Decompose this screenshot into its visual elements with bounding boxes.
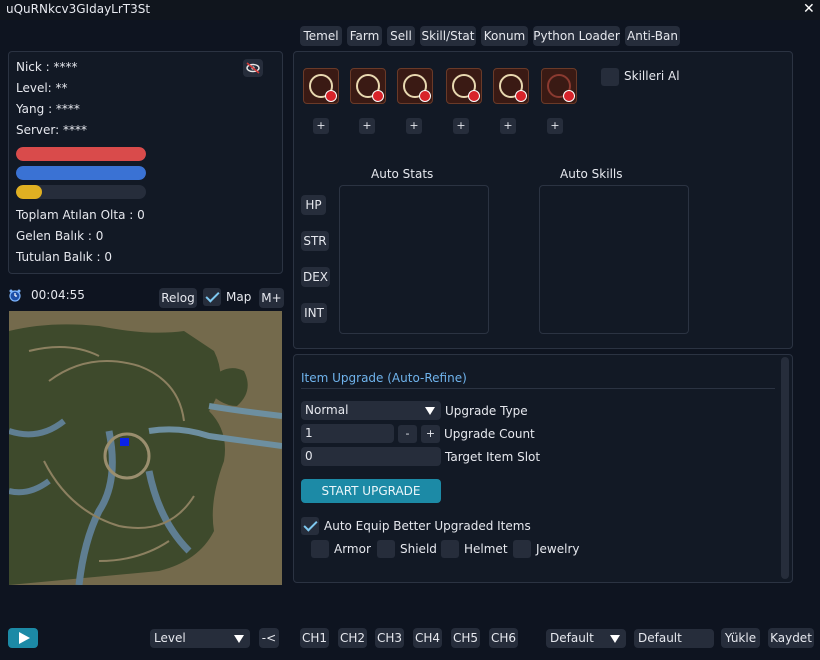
channel-6-button[interactable]: CH6 — [489, 628, 518, 648]
dex-stat-button[interactable]: DEX — [301, 267, 330, 287]
skill-5-plus-button[interactable]: + — [500, 118, 516, 134]
upgrade-divider — [301, 388, 775, 389]
skill-slot-6[interactable] — [541, 68, 577, 104]
start-upgrade-button[interactable]: START UPGRADE — [301, 479, 441, 503]
channel-2-button[interactable]: CH2 — [338, 628, 367, 648]
upgrade-type-label: Upgrade Type — [445, 404, 528, 418]
tab-skill-stat[interactable]: Skill/Stat — [420, 26, 476, 46]
hp-bar — [16, 147, 146, 161]
tab-anti-ban[interactable]: Anti-Ban — [625, 26, 680, 46]
hp-stat-button[interactable]: HP — [301, 195, 326, 215]
upgrade-count-label: Upgrade Count — [444, 427, 535, 441]
skill-gem-icon — [563, 90, 575, 102]
channel-3-button[interactable]: CH3 — [375, 628, 404, 648]
skill-3-plus-button[interactable]: + — [406, 118, 422, 134]
auto-skills-list[interactable] — [539, 185, 689, 334]
level-select[interactable]: Level — [150, 629, 250, 648]
str-stat-button[interactable]: STR — [301, 231, 329, 251]
helmet-checkbox[interactable] — [441, 540, 459, 558]
tab-sell[interactable]: Sell — [387, 26, 415, 46]
mp-bar — [16, 166, 146, 180]
skill-4-plus-button[interactable]: + — [453, 118, 469, 134]
profile-name-input[interactable]: Default — [634, 629, 714, 648]
upgrade-type-value: Normal — [305, 403, 349, 417]
skill-gem-icon — [468, 90, 480, 102]
shield-checkbox[interactable] — [377, 540, 395, 558]
profile-select[interactable]: Default — [546, 629, 626, 648]
skill-2-plus-button[interactable]: + — [359, 118, 375, 134]
skill-gem-icon — [515, 90, 527, 102]
load-button[interactable]: Yükle — [721, 628, 760, 648]
alarm-clock-icon — [8, 288, 22, 302]
channel-4-button[interactable]: CH4 — [413, 628, 442, 648]
profile-select-value: Default — [550, 631, 594, 645]
play-button[interactable] — [8, 628, 38, 648]
armor-checkbox[interactable] — [311, 540, 329, 558]
level-label: Level: ** — [16, 81, 68, 95]
auto-stats-heading: Auto Stats — [371, 167, 434, 181]
upgrade-scrollbar[interactable] — [781, 357, 789, 579]
skill-gem-icon — [419, 90, 431, 102]
skill-slot-1[interactable] — [303, 68, 339, 104]
channel-5-button[interactable]: CH5 — [451, 628, 480, 648]
nick-label: Nick : **** — [16, 60, 78, 74]
upgrade-count-plus-button[interactable]: + — [421, 425, 440, 443]
upgrade-type-select[interactable]: Normal — [301, 401, 441, 420]
skill-slot-2[interactable] — [350, 68, 386, 104]
level-select-value: Level — [154, 631, 186, 645]
skill-slot-5[interactable] — [493, 68, 529, 104]
window-title: uQuRNkcv3GIdayLrT3St — [6, 2, 151, 16]
play-icon — [19, 632, 30, 644]
auto-stats-list[interactable] — [339, 185, 489, 334]
upgrade-count-input[interactable]: 1 — [301, 424, 394, 443]
exp-bar — [16, 185, 146, 199]
armor-label: Armor — [334, 542, 371, 556]
skill-gem-icon — [325, 90, 337, 102]
skill-1-plus-button[interactable]: + — [313, 118, 329, 134]
m-plus-button[interactable]: M+ — [259, 288, 284, 308]
auto-equip-label: Auto Equip Better Upgraded Items — [324, 519, 531, 533]
server-label: Server: **** — [16, 123, 87, 137]
yang-label: Yang : **** — [16, 102, 80, 116]
tutulan-balik-count: Tutulan Balık : 0 — [16, 250, 113, 264]
upgrade-header: Item Upgrade (Auto-Refine) — [301, 371, 467, 385]
target-slot-input[interactable]: 0 — [301, 447, 441, 466]
channel-1-button[interactable]: CH1 — [300, 628, 329, 648]
skilleri-al-label: Skilleri Al — [624, 69, 680, 83]
hide-eye-icon[interactable] — [243, 59, 263, 77]
relog-button[interactable]: Relog — [159, 288, 197, 308]
int-stat-button[interactable]: INT — [301, 303, 327, 323]
tab-farm[interactable]: Farm — [347, 26, 382, 46]
map-checkbox[interactable] — [203, 288, 221, 306]
tab-python-loader[interactable]: Python Loader — [533, 26, 620, 46]
minimap[interactable] — [9, 311, 282, 585]
gelen-balik-count: Gelen Balık : 0 — [16, 229, 104, 243]
skill-6-plus-button[interactable]: + — [547, 118, 563, 134]
upgrade-count-minus-button[interactable]: - — [398, 425, 417, 443]
tab-temel[interactable]: Temel — [300, 26, 342, 46]
target-slot-label: Target Item Slot — [445, 450, 541, 464]
tab-konum[interactable]: Konum — [481, 26, 528, 46]
skill-slot-4[interactable] — [446, 68, 482, 104]
jewelry-checkbox[interactable] — [513, 540, 531, 558]
save-button[interactable]: Kaydet — [768, 628, 814, 648]
skill-gem-icon — [372, 90, 384, 102]
helmet-label: Helmet — [464, 542, 508, 556]
auto-skills-heading: Auto Skills — [560, 167, 623, 181]
skill-slot-3[interactable] — [397, 68, 433, 104]
shield-label: Shield — [400, 542, 437, 556]
map-label: Map — [226, 290, 252, 304]
skilleri-al-checkbox[interactable] — [601, 68, 619, 86]
collapse-button[interactable]: -< — [259, 628, 279, 648]
close-icon[interactable]: ✕ — [803, 1, 815, 17]
elapsed-timer: 00:04:55 — [31, 288, 85, 302]
auto-equip-checkbox[interactable] — [301, 517, 319, 535]
olta-count: Toplam Atılan Olta : 0 — [16, 208, 145, 222]
jewelry-label: Jewelry — [536, 542, 580, 556]
